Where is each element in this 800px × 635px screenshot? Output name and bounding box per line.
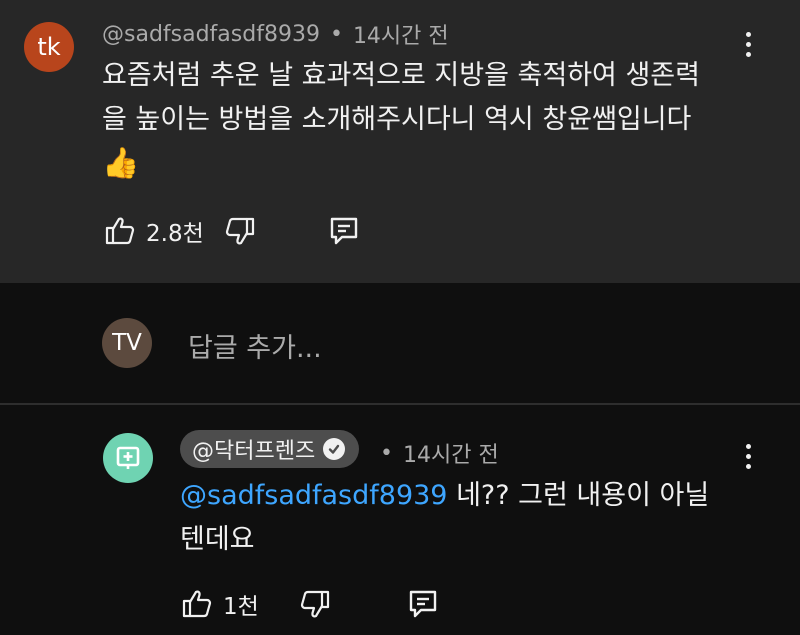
thumbs-down-icon [300, 590, 329, 618]
reply-text: @sadfsadfasdf8939 네?? 그런 내용이 아닐 텐데요 [180, 474, 709, 562]
comment-icon [409, 590, 436, 618]
comment-author[interactable]: @sadfsadfasdf8939 [102, 22, 320, 47]
verified-check-icon [323, 438, 346, 460]
comment-text: 요즘처럼 추운 날 효과적으로 지방을 축적하여 생존력 을 높이는 방법을 소… [102, 54, 700, 186]
section-divider [0, 403, 800, 405]
dislike-button[interactable] [299, 588, 331, 620]
reply-input-placeholder: 답글 추가... [188, 333, 322, 364]
avatar-initials: TV [112, 330, 142, 356]
channel-author-chip[interactable]: @닥터프렌즈 [180, 430, 360, 468]
comment-emoji: 👍 [102, 146, 140, 181]
medical-plus-icon [116, 446, 140, 469]
avatar[interactable]: tk [24, 22, 74, 72]
comment-actions: 2.8천 [104, 214, 360, 248]
comment-text-line: 요즘처럼 추운 날 효과적으로 지방을 축적하여 생존력 [102, 60, 700, 91]
reply-time: 14시간 전 [402, 443, 499, 468]
comment-text-line: 을 높이는 방법을 소개해주시다니 역시 창윤쌤입니다 [102, 104, 692, 135]
like-count: 2.8천 [146, 221, 204, 247]
reply-text-line: 텐데요 [180, 524, 255, 555]
reply-input-row: TV 답글 추가... [0, 283, 800, 403]
dislike-button[interactable] [224, 215, 256, 247]
avatar: TV [102, 318, 152, 368]
reply-button[interactable] [328, 215, 360, 247]
comment-icon [330, 217, 357, 245]
more-options-icon[interactable] [738, 436, 758, 476]
meta-separator: • [380, 440, 393, 466]
reply-actions: 1천 [181, 587, 439, 621]
like-count: 1천 [223, 594, 259, 620]
avatar[interactable] [103, 433, 153, 483]
comment-card: tk @sadfsadfasdf8939 • 14시간 전 요즘처럼 추운 날 … [0, 0, 800, 283]
like-button[interactable] [104, 215, 136, 247]
reply-text-line: 네?? 그런 내용이 아닐 [447, 480, 710, 511]
reply-author: @닥터프렌즈 [192, 439, 316, 464]
avatar-initials: tk [37, 33, 61, 61]
comment-time: 14시간 전 [352, 24, 449, 49]
like-button[interactable] [181, 588, 213, 620]
more-options-icon[interactable] [738, 24, 758, 64]
reply-button[interactable] [407, 588, 439, 620]
reply-input[interactable]: 답글 추가... [188, 326, 322, 365]
meta-separator: • [329, 21, 343, 47]
thumbs-up-icon [105, 217, 135, 245]
reply-meta: • 14시간 전 [370, 437, 499, 469]
comment-meta: @sadfsadfasdf8939 • 14시간 전 [102, 18, 449, 50]
thumbs-up-icon [182, 590, 212, 618]
thumbs-down-icon [225, 217, 254, 245]
mention-link[interactable]: @sadfsadfasdf8939 [180, 480, 447, 511]
